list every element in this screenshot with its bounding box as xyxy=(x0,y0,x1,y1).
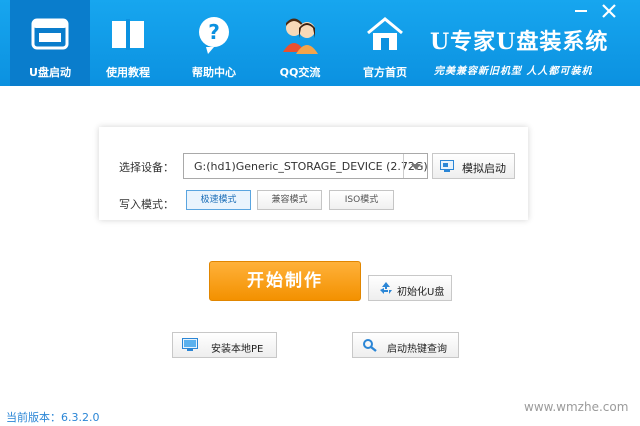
nav-qq[interactable]: QQ交流 xyxy=(260,0,340,86)
boot-hotkey-query-label: 启动热键查询 xyxy=(387,344,447,355)
mode-compatible-button[interactable]: 兼容模式 xyxy=(257,190,322,210)
version-label: 当前版本：6.3.2.0 xyxy=(6,411,100,424)
boot-hotkey-query-button[interactable]: 启动热键查询 xyxy=(352,332,459,358)
mode-iso-button[interactable]: ISO模式 xyxy=(329,190,394,210)
qq-users-icon xyxy=(283,18,318,54)
nav-home-label: 官方首页 xyxy=(363,66,407,79)
nav-help[interactable]: ? 帮助中心 xyxy=(174,0,254,86)
nav-tutorial-label: 使用教程 xyxy=(106,66,150,79)
start-make-button[interactable]: 开始制作 xyxy=(209,261,361,301)
magnifier-icon xyxy=(363,339,377,352)
chevron-down-icon[interactable] xyxy=(403,154,427,178)
header-bar: U盘启动 使用教程 ? 帮助中心 QQ交流 官方首页 U专家U盘装系统 完美兼容… xyxy=(0,0,640,86)
install-local-pe-label: 安装本地PE xyxy=(211,344,264,355)
nav-usb-boot-label: U盘启动 xyxy=(29,66,71,79)
minimize-icon[interactable] xyxy=(573,2,589,18)
monitor-icon xyxy=(440,160,454,172)
recycle-icon xyxy=(380,282,392,294)
init-usb-label: 初始化U盘 xyxy=(397,287,445,298)
simulate-boot-button[interactable]: 模拟启动 xyxy=(432,153,515,179)
device-select[interactable]: G:(hd1)Generic_STORAGE_DEVICE (2.72G) xyxy=(183,153,428,179)
svg-text:?: ? xyxy=(208,20,220,44)
nav-qq-label: QQ交流 xyxy=(279,66,321,79)
watermark: www.wmzhe.com xyxy=(524,400,629,414)
nav-home[interactable]: 官方首页 xyxy=(345,0,425,86)
nav-usb-boot[interactable]: U盘启动 xyxy=(10,0,90,86)
home-icon xyxy=(367,17,403,50)
write-mode-label: 写入模式： xyxy=(119,198,174,211)
help-icon: ? xyxy=(199,17,229,54)
init-usb-button[interactable]: 初始化U盘 xyxy=(368,275,452,301)
book-icon xyxy=(112,19,144,50)
app-slogan: 完美兼容新旧机型 人人都可装机 xyxy=(434,66,593,77)
app-brand-title: U专家U盘装系统 xyxy=(430,29,609,55)
device-select-value: G:(hd1)Generic_STORAGE_DEVICE (2.72G) xyxy=(194,160,428,173)
settings-panel: 选择设备： G:(hd1)Generic_STORAGE_DEVICE (2.7… xyxy=(99,127,528,220)
nav-tutorial[interactable]: 使用教程 xyxy=(88,0,168,86)
simulate-boot-label: 模拟启动 xyxy=(462,162,506,175)
install-local-pe-button[interactable]: 安装本地PE xyxy=(172,332,277,358)
nav-help-label: 帮助中心 xyxy=(192,66,236,79)
close-icon[interactable] xyxy=(600,2,618,20)
device-label: 选择设备： xyxy=(119,161,174,174)
usb-window-icon xyxy=(31,18,69,50)
computer-icon xyxy=(182,338,198,351)
mode-fast-button[interactable]: 极速模式 xyxy=(186,190,251,210)
